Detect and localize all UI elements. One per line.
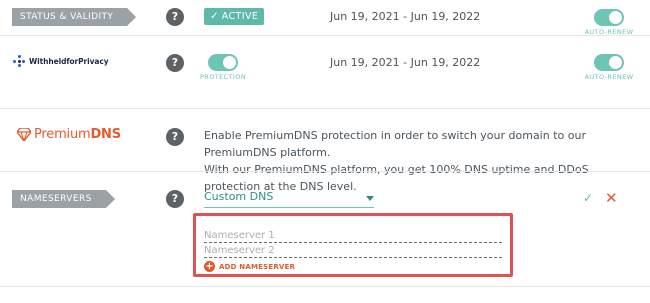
privacy-protection-label: PROTECTION <box>199 73 247 81</box>
status-validity-dates: Jun 19, 2021 - Jun 19, 2022 <box>330 10 481 23</box>
add-nameserver-button[interactable]: + ADD NAMESERVER <box>204 261 295 272</box>
premiumdns-logo: PremiumDNS <box>17 127 121 142</box>
status-validity-label: STATUS & VALIDITY <box>12 8 137 26</box>
nameserver-input-group: + ADD NAMESERVER <box>193 213 513 277</box>
privacy-protection-toggle[interactable] <box>208 54 238 71</box>
privacy-auto-renew-label: AUTO-RENEW <box>584 73 634 81</box>
toggle-knob <box>223 56 236 69</box>
status-badge-label: ACTIVE <box>221 11 259 22</box>
privacy-logo-text: WithheldforPrivacy <box>29 56 109 66</box>
dns-type-select[interactable]: Custom DNS <box>204 190 374 208</box>
premiumdns-logo-text: PremiumDNS <box>34 127 121 142</box>
row-divider <box>0 286 650 287</box>
diamond-icon <box>17 128 31 141</box>
check-icon[interactable]: ✓ <box>583 191 593 205</box>
toggle-knob <box>609 11 622 24</box>
nameservers-label: NAMESERVERS <box>12 190 115 208</box>
privacy-help-icon[interactable]: ? <box>166 54 184 72</box>
row-divider <box>0 35 650 36</box>
close-icon[interactable]: ✕ <box>605 189 618 207</box>
privacy-auto-renew-toggle[interactable] <box>594 54 624 71</box>
withheldforprivacy-logo: WithheldforPrivacy <box>13 55 109 67</box>
premiumdns-logo-prefix: Premium <box>34 127 91 142</box>
row-divider <box>0 108 650 109</box>
status-auto-renew-toggle[interactable] <box>594 9 624 26</box>
nameserver-1-input[interactable] <box>204 228 502 243</box>
status-help-icon[interactable]: ? <box>166 8 184 26</box>
row-divider <box>0 171 650 172</box>
nameservers-help-icon[interactable]: ? <box>166 190 184 208</box>
premiumdns-logo-suffix: DNS <box>90 127 121 142</box>
premiumdns-description-line1: Enable PremiumDNS protection in order to… <box>204 129 586 159</box>
plus-icon: + <box>204 261 215 272</box>
premiumdns-help-icon[interactable]: ? <box>166 128 184 146</box>
chevron-down-icon <box>366 196 374 201</box>
premiumdns-description: Enable PremiumDNS protection in order to… <box>204 127 644 195</box>
privacy-logo-icon <box>13 55 25 67</box>
toggle-knob <box>609 56 622 69</box>
check-icon: ✓ <box>210 11 219 22</box>
add-nameserver-label: ADD NAMESERVER <box>219 262 296 271</box>
privacy-dates: Jun 19, 2021 - Jun 19, 2022 <box>330 56 481 69</box>
nameserver-2-input[interactable] <box>204 243 502 258</box>
status-badge: ✓ ACTIVE <box>204 8 265 25</box>
dns-type-value: Custom DNS <box>204 190 274 203</box>
